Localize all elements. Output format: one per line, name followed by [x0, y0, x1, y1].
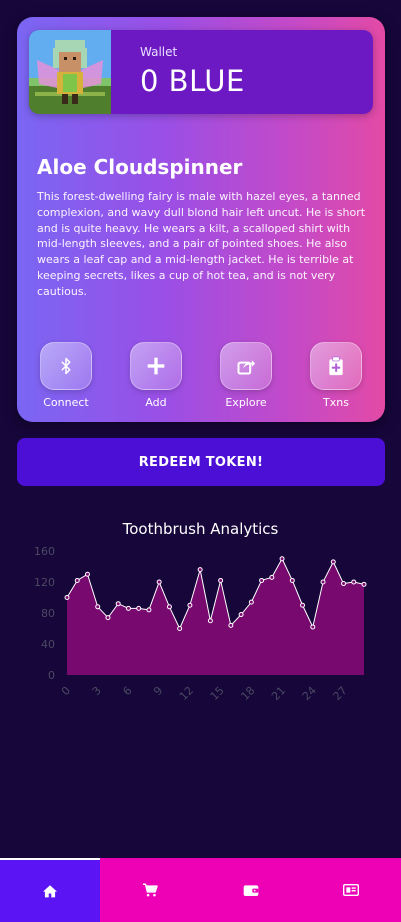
- chart-point: [156, 579, 162, 585]
- x-tick-label: 18: [238, 684, 257, 703]
- wallet-label: Wallet: [140, 45, 178, 59]
- chart-point: [74, 577, 80, 583]
- clipboard-plus-icon: [329, 356, 343, 376]
- chart-point: [136, 605, 142, 611]
- chart-point: [125, 605, 131, 611]
- chart-point: [84, 571, 90, 577]
- home-icon: [43, 885, 58, 898]
- chart-point: [105, 615, 111, 621]
- wallet-icon: [243, 885, 258, 896]
- x-tick-label: 3: [90, 684, 104, 698]
- chart-point: [320, 579, 326, 585]
- share-icon: [237, 360, 256, 375]
- nav-wallet[interactable]: [200, 858, 301, 922]
- nav-tickets[interactable]: [300, 858, 401, 922]
- chart-point: [187, 602, 193, 608]
- chart-point: [177, 626, 183, 631]
- x-tick-label: 27: [331, 684, 350, 703]
- chart-point: [207, 618, 213, 624]
- action-row: Connect Add Explore Txns: [17, 342, 385, 412]
- redeem-token-button[interactable]: REDEEM TOKEN!: [17, 438, 385, 486]
- y-tick-label: 160: [34, 545, 55, 558]
- chart-point: [64, 595, 70, 600]
- x-tick-label: 21: [269, 684, 288, 703]
- analytics-chart: Toothbrush Analytics 0 40 80 120 160 0 3 6 9 12 15…: [0, 505, 401, 735]
- chart-plot: 0 40 80 120 160 0 3 6 9 12 15 18 21 24 27: [34, 545, 367, 703]
- txns-action[interactable]: Txns: [301, 342, 371, 409]
- chart-point: [300, 602, 306, 608]
- x-tick-label: 24: [300, 684, 319, 703]
- chart-point: [310, 624, 316, 630]
- character-name: Aloe Cloudspinner: [37, 155, 243, 179]
- x-tick-label: 15: [208, 684, 227, 703]
- chart-point: [248, 599, 254, 605]
- wallet-balance: 0 BLUE: [140, 64, 245, 98]
- chart-point: [289, 577, 295, 583]
- chart-area: [67, 558, 364, 675]
- chart-point: [269, 574, 275, 580]
- x-tick-label: 6: [120, 684, 134, 698]
- bluetooth-icon: [61, 357, 71, 375]
- character-card: Wallet 0 BLUE Aloe Cloudspinner This for…: [17, 17, 385, 422]
- connect-action[interactable]: Connect: [31, 342, 101, 409]
- fairy-sprite-image: [29, 30, 111, 114]
- chart-point: [197, 567, 203, 573]
- cart-icon: [143, 883, 159, 897]
- y-tick-label: 0: [48, 669, 55, 682]
- character-avatar: [29, 30, 111, 114]
- bottom-nav: [0, 858, 401, 922]
- connect-button[interactable]: [40, 342, 92, 390]
- nav-home[interactable]: [0, 858, 101, 922]
- y-tick-label: 40: [41, 638, 55, 651]
- chart-point: [361, 581, 367, 587]
- chart-point: [330, 559, 336, 565]
- chart-point: [279, 556, 285, 562]
- txns-label: Txns: [323, 396, 349, 409]
- wallet-panel: Wallet 0 BLUE: [29, 30, 373, 114]
- x-tick-label: 9: [151, 684, 165, 698]
- txns-button[interactable]: [310, 342, 362, 390]
- character-description: This forest-dwelling fairy is male with …: [37, 190, 366, 298]
- chart-point: [166, 604, 172, 610]
- chart-point: [228, 622, 234, 628]
- explore-label: Explore: [225, 396, 267, 409]
- y-tick-label: 120: [34, 576, 55, 589]
- nav-cart[interactable]: [100, 858, 201, 922]
- x-tick-label: 12: [177, 684, 196, 703]
- plus-icon: [147, 357, 165, 375]
- chart-point: [218, 577, 224, 583]
- chart-point: [146, 607, 152, 613]
- chart-point: [351, 579, 357, 585]
- y-tick-label: 80: [41, 607, 55, 620]
- chart-point: [115, 601, 121, 607]
- add-action[interactable]: Add: [121, 342, 191, 409]
- connect-label: Connect: [43, 396, 89, 409]
- add-label: Add: [145, 396, 167, 409]
- ticket-icon: [342, 884, 359, 896]
- explore-action[interactable]: Explore: [211, 342, 281, 409]
- add-button[interactable]: [130, 342, 182, 390]
- chart-point: [259, 577, 265, 583]
- chart-point: [341, 581, 347, 587]
- chart-point: [238, 612, 244, 618]
- chart-point: [95, 604, 101, 610]
- x-tick-label: 0: [59, 684, 73, 698]
- explore-button[interactable]: [220, 342, 272, 390]
